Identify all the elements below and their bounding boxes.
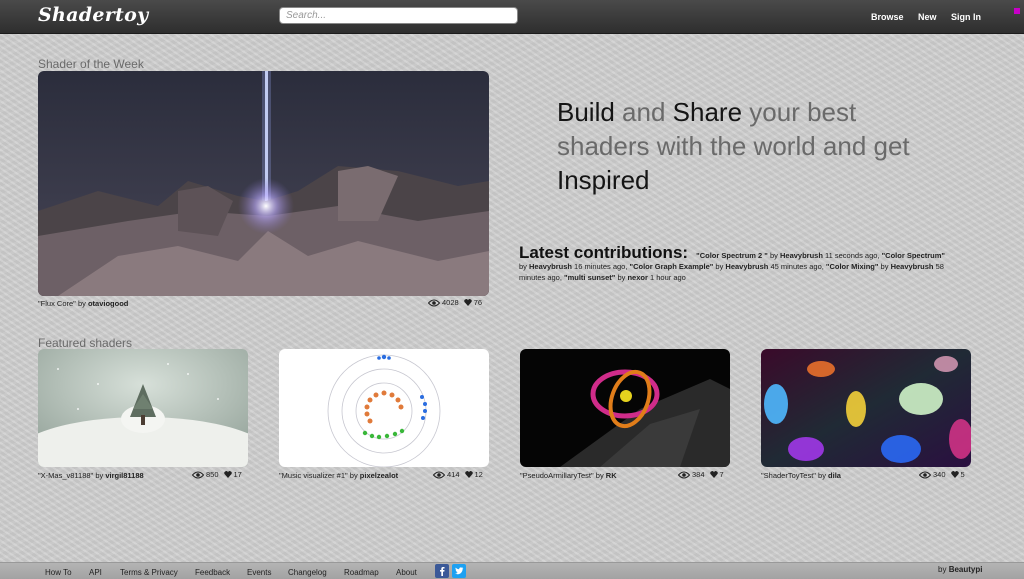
view-count: 340	[933, 470, 946, 479]
eye-icon	[428, 299, 440, 306]
site-logo[interactable]: Shadertoy	[38, 4, 148, 26]
by-label: by	[715, 262, 724, 271]
latest-item-title[interactable]: "Color Spectrum"	[882, 251, 945, 260]
week-shader-title[interactable]: "Flux Core"	[38, 299, 76, 308]
featured-shader-stats: 414 12	[433, 470, 483, 479]
eye-icon	[433, 471, 445, 478]
heart-icon	[464, 471, 473, 478]
by-label: by	[617, 273, 626, 282]
eye-icon	[919, 471, 931, 478]
nav-new[interactable]: New	[918, 12, 937, 22]
by-label: by	[880, 262, 889, 271]
like-count: 76	[473, 298, 483, 307]
latest-item-author[interactable]: Heavybrush	[891, 262, 934, 271]
hero-word: Share	[672, 97, 743, 127]
shader-of-week-title: Shader of the Week	[38, 57, 144, 71]
latest-item-time: 45 minutes ago,	[770, 262, 824, 271]
footer-link-how-to[interactable]: How To	[45, 568, 72, 577]
nav-sign-in[interactable]: Sign In	[951, 12, 981, 22]
footer-credit: by Beautypi	[938, 565, 982, 574]
hero-tagline: Build and Share your best shaders with t…	[557, 95, 917, 197]
featured-shader-meta: "PseudoArmillaryTest" by RK	[520, 471, 617, 480]
featured-shader-title[interactable]: "Music visualizer #1"	[279, 471, 348, 480]
featured-shader-preview[interactable]	[761, 349, 971, 467]
hero-word: and	[614, 97, 673, 127]
facebook-icon[interactable]	[435, 564, 449, 578]
featured-shader-author[interactable]: pixelzealot	[360, 471, 398, 480]
footer-link-feedback[interactable]: Feedback	[195, 568, 230, 577]
view-count: 414	[447, 470, 460, 479]
by-label: by	[818, 471, 826, 480]
nav-browse[interactable]: Browse	[871, 12, 904, 22]
featured-shader-stats: 384 7	[678, 470, 724, 479]
hero-word: Build	[557, 97, 615, 127]
featured-shader-preview[interactable]	[520, 349, 730, 467]
latest-item-author[interactable]: Heavybrush	[780, 251, 823, 260]
latest-contributions: Latest contributions: "Color Spectrum 2 …	[519, 244, 949, 283]
footer: How To API Terms & Privacy Feedback Even…	[0, 562, 1024, 579]
latest-item-title[interactable]: "Color Spectrum 2 "	[696, 251, 768, 260]
by-label: by	[519, 262, 527, 271]
view-count: 384	[692, 470, 705, 479]
week-shader-author[interactable]: otaviogood	[88, 299, 128, 308]
like-count: 5	[960, 470, 965, 479]
latest-item-time: 16 minutes ago,	[574, 262, 628, 271]
heart-icon	[950, 471, 959, 478]
featured-shader-stats: 850 17	[192, 470, 242, 479]
eye-icon	[192, 471, 204, 478]
week-shader-meta: "Flux Core" by otaviogood	[38, 299, 128, 308]
featured-shader-author[interactable]: dila	[828, 471, 841, 480]
week-shader-stats: 4028 76	[428, 298, 482, 307]
featured-shader-meta: "ShaderToyTest" by dila	[761, 471, 841, 480]
heart-icon	[463, 299, 472, 306]
footer-link-roadmap[interactable]: Roadmap	[344, 568, 379, 577]
latest-item-author[interactable]: Heavybrush	[529, 262, 572, 271]
latest-item-time: 11 seconds ago,	[825, 251, 880, 260]
featured-shader-author[interactable]: RK	[606, 471, 617, 480]
heart-icon	[223, 471, 232, 478]
like-count: 7	[719, 470, 724, 479]
featured-shader-meta: "X-Mas_v81188" by virgil81188	[38, 471, 144, 480]
view-count: 4028	[442, 298, 459, 307]
search-input[interactable]	[279, 7, 518, 24]
footer-link-about[interactable]: About	[396, 568, 417, 577]
featured-shader-stats: 340 5	[919, 470, 965, 479]
by-label: by	[595, 471, 604, 480]
eye-icon	[678, 471, 690, 478]
footer-link-terms[interactable]: Terms & Privacy	[120, 568, 178, 577]
latest-item-title[interactable]: "Color Mixing"	[826, 262, 879, 271]
latest-item-title[interactable]: "Color Graph Example"	[630, 262, 714, 271]
featured-shader-preview[interactable]	[279, 349, 489, 467]
by-label: by	[95, 471, 104, 480]
featured-shader-title[interactable]: "X-Mas_v81188"	[38, 471, 93, 480]
featured-shader-meta: "Music visualizer #1" by pixelzealot	[279, 471, 398, 480]
week-shader-preview[interactable]	[38, 71, 489, 296]
like-count: 17	[233, 470, 242, 479]
like-count: 12	[474, 470, 483, 479]
latest-heading: Latest contributions:	[519, 243, 689, 262]
latest-item-author[interactable]: Heavybrush	[725, 262, 768, 271]
footer-link-changelog[interactable]: Changelog	[288, 568, 327, 577]
featured-shader-title[interactable]: "ShaderToyTest"	[761, 471, 816, 480]
featured-shader-title[interactable]: "PseudoArmillaryTest"	[520, 471, 594, 480]
by-label: by	[769, 251, 778, 260]
footer-link-events[interactable]: Events	[247, 568, 271, 577]
indicator-dot	[1014, 8, 1020, 14]
top-bar: Shadertoy Browse New Sign In	[0, 0, 1024, 34]
featured-shaders-title: Featured shaders	[38, 336, 133, 350]
latest-item-time: 1 hour ago	[649, 273, 686, 282]
view-count: 850	[206, 470, 219, 479]
featured-shader-preview[interactable]	[38, 349, 248, 467]
featured-shader-author[interactable]: virgil81188	[105, 471, 143, 480]
credit-author[interactable]: Beautypi	[949, 565, 983, 574]
by-label: by	[938, 565, 947, 574]
latest-item-title[interactable]: "multi sunset"	[564, 273, 615, 282]
footer-link-api[interactable]: API	[89, 568, 102, 577]
hero-word: Inspired	[557, 165, 650, 195]
heart-icon	[709, 471, 718, 478]
latest-item-author[interactable]: nexor	[627, 273, 647, 282]
by-label: by	[349, 471, 358, 480]
twitter-icon[interactable]	[452, 564, 466, 578]
by-label: by	[77, 299, 86, 308]
